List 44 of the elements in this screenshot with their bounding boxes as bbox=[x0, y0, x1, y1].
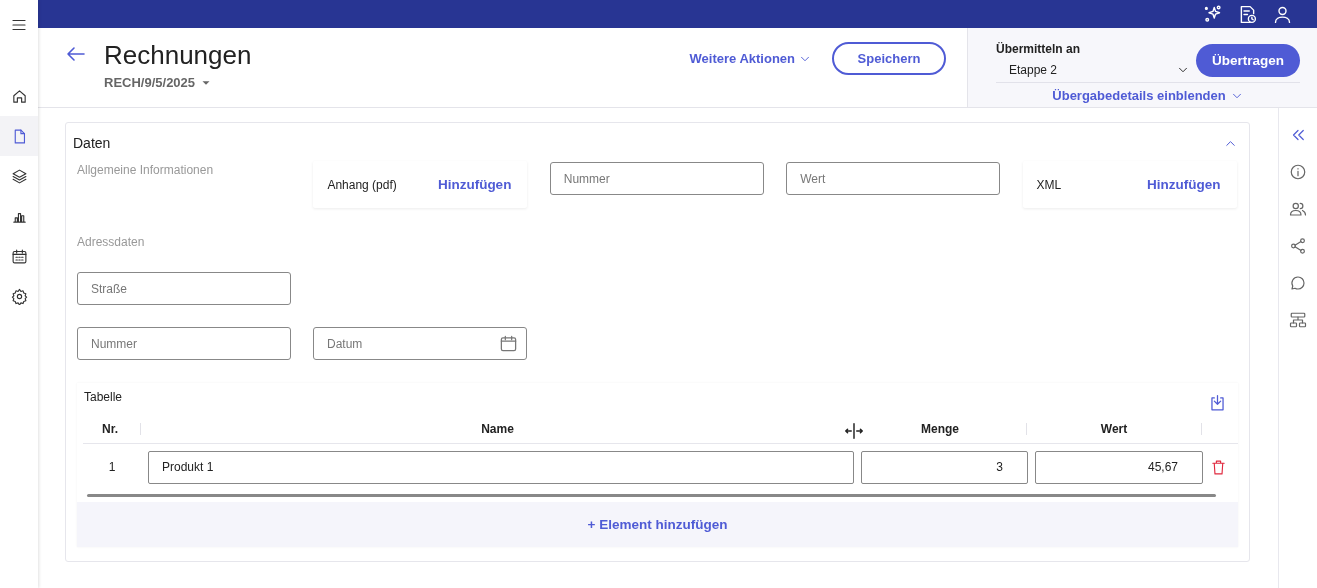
hierarchy-icon[interactable] bbox=[1289, 311, 1307, 329]
add-link[interactable]: Hinzufügen bbox=[437, 177, 512, 192]
transfer-details-link[interactable]: Übergabedetails einblenden bbox=[996, 87, 1300, 104]
document-number: RECH/9/5/2025 bbox=[104, 75, 196, 90]
table-cell-input[interactable]: Produkt 1 bbox=[148, 450, 854, 484]
info-icon[interactable] bbox=[1289, 163, 1307, 181]
save-button[interactable]: Speichern bbox=[832, 42, 946, 75]
resize-handle-icon[interactable] bbox=[843, 420, 865, 442]
section-title: Daten bbox=[73, 135, 111, 151]
transfer-label: Übermitteln an bbox=[996, 42, 1081, 56]
page-title: Rechnungen bbox=[104, 40, 252, 71]
comment-icon[interactable] bbox=[1289, 274, 1307, 292]
attachment-label: Anhang (pdf) bbox=[327, 177, 397, 192]
add-link[interactable]: Hinzufügen bbox=[1147, 177, 1221, 192]
delete-icon[interactable] bbox=[1210, 458, 1227, 476]
share-icon[interactable] bbox=[1289, 237, 1307, 255]
stage-dropdown[interactable]: Etappe 2 bbox=[996, 62, 1196, 78]
input-field[interactable]: Nummer bbox=[549, 162, 764, 195]
layers-icon[interactable] bbox=[10, 167, 28, 185]
calendar-icon[interactable] bbox=[10, 247, 28, 265]
row-number: 1 bbox=[107, 460, 117, 474]
attachment-label: XML bbox=[1036, 177, 1062, 192]
table-cell-input[interactable]: 45,67 bbox=[1035, 450, 1203, 484]
sparkle-icon[interactable] bbox=[1202, 3, 1223, 25]
home-icon[interactable] bbox=[10, 87, 28, 105]
group-label: Adressdaten bbox=[77, 235, 146, 249]
settings-icon[interactable] bbox=[10, 287, 28, 305]
people-icon[interactable] bbox=[1289, 200, 1307, 218]
table-cell-input[interactable]: 3 bbox=[861, 450, 1028, 484]
add-element-button[interactable]: + Element hinzufügen bbox=[77, 502, 1238, 547]
input-field[interactable]: Straße bbox=[77, 272, 291, 305]
date-field[interactable]: Datum bbox=[313, 327, 527, 360]
column-header: Nr. bbox=[102, 423, 118, 435]
input-field[interactable]: Wert bbox=[786, 162, 1001, 195]
column-header: Menge bbox=[921, 423, 959, 435]
more-actions-button[interactable]: Weitere Aktionen bbox=[689, 51, 812, 66]
column-header: Wert bbox=[1100, 423, 1128, 435]
transfer-button[interactable]: Übertragen bbox=[1196, 44, 1300, 77]
column-header: Name bbox=[481, 423, 514, 435]
input-field[interactable]: Nummer bbox=[77, 327, 291, 360]
table-title: Tabelle bbox=[84, 390, 123, 406]
scrollbar[interactable] bbox=[87, 494, 1216, 497]
group-label: Allgemeine Informationen bbox=[77, 162, 215, 179]
download-icon[interactable] bbox=[1208, 394, 1227, 413]
